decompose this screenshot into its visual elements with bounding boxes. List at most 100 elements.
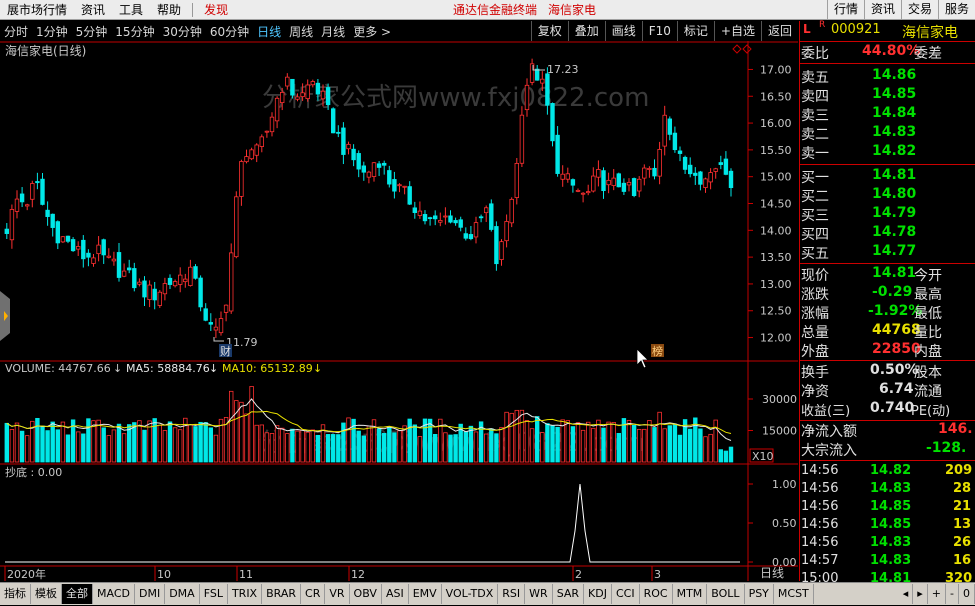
indicator-tab-all[interactable]: 全部 <box>62 584 93 604</box>
period-tab[interactable]: 周线 <box>285 23 317 40</box>
add-watchlist-button[interactable]: +自选 <box>713 21 761 41</box>
indicator-tab[interactable]: BOLL <box>707 584 745 604</box>
f10-button[interactable]: F10 <box>641 21 677 41</box>
period-tab[interactable]: 分时 <box>0 23 32 40</box>
candle-body <box>70 239 76 252</box>
ask-label: 卖二 <box>801 127 829 143</box>
news-tab-button[interactable]: 资讯 <box>863 0 901 19</box>
period-tab-daily[interactable]: 日线 <box>253 23 285 40</box>
candle-body <box>672 132 678 151</box>
candle-body <box>473 222 479 238</box>
indicator-tab[interactable]: MTM <box>673 584 708 604</box>
indicator-tab[interactable]: 模板 <box>31 584 62 604</box>
indicator-tab[interactable]: ASI <box>382 584 409 604</box>
watermark: 分析家公式网www.fxj0822.com <box>262 83 649 113</box>
indicator-tab[interactable]: CR <box>301 584 326 604</box>
volume-bar <box>213 434 219 463</box>
volume-bar <box>601 427 606 463</box>
trade-tab-button[interactable]: 交易 <box>900 0 938 19</box>
candle-body <box>570 179 576 186</box>
volume-bar <box>728 446 734 463</box>
volume-unit-label: X10 <box>752 450 774 463</box>
menu-item-tools[interactable]: 工具 <box>112 1 150 18</box>
indicator-tab[interactable]: RSI <box>498 584 526 604</box>
candle-body <box>728 170 734 189</box>
candle-body <box>407 186 412 205</box>
menu-bar: 展市场行情 资讯 工具 帮助 发现 通达信金融终端 海信家电 行情 资讯 交易 … <box>0 0 975 20</box>
indicator-tab[interactable]: BRAR <box>262 584 302 604</box>
rank-tag[interactable]: 榜 <box>652 344 663 358</box>
indicator-tab[interactable]: OBV <box>350 584 382 604</box>
indicator-tab[interactable]: DMI <box>135 584 166 604</box>
volume-bar <box>718 449 723 463</box>
period-tab[interactable]: 月线 <box>317 23 349 40</box>
candle-body <box>254 144 259 156</box>
period-tab[interactable]: 1分钟 <box>32 23 72 40</box>
indicator-tab[interactable]: MACD <box>93 584 135 604</box>
draw-line-button[interactable]: 画线 <box>604 21 642 41</box>
indicator-tab[interactable]: FSL <box>200 584 228 604</box>
indicator-tab[interactable]: WR <box>525 584 553 604</box>
finance-tag[interactable]: 财 <box>220 344 231 358</box>
service-tab-button[interactable]: 服务 <box>937 0 975 19</box>
tick-row: 14:56 14.83 28 <box>800 481 975 498</box>
bid-label: 买五 <box>801 246 829 262</box>
menu-item-market[interactable]: 展市场行情 <box>0 1 74 18</box>
menu-item-help[interactable]: 帮助 <box>150 1 188 18</box>
candle-body <box>626 181 632 186</box>
tick-price: 14.83 <box>870 481 912 496</box>
menu-item-discover[interactable]: 发现 <box>197 1 235 18</box>
candle-body <box>274 97 280 122</box>
volume-bar <box>366 425 372 463</box>
candle-body <box>591 175 596 192</box>
period-more-button[interactable]: 更多 > <box>349 23 395 40</box>
adjust-button[interactable]: 复权 <box>530 21 568 41</box>
overlay-button[interactable]: 叠加 <box>567 21 605 41</box>
candle-body <box>647 167 652 170</box>
period-tab[interactable]: 60分钟 <box>206 23 253 40</box>
indicator-tab[interactable]: CCI <box>612 584 640 604</box>
indicator-tab[interactable]: ROC <box>640 584 673 604</box>
stat-row: 涨跌 -0.29 最高 <box>800 284 975 303</box>
volume-bar <box>570 426 576 463</box>
back-button[interactable]: 返回 <box>760 21 798 41</box>
indicator-tab[interactable]: VR <box>325 584 350 604</box>
indicator-tab[interactable]: SAR <box>553 584 585 604</box>
indicator-tab[interactable]: KDJ <box>584 584 612 604</box>
indicator-tab[interactable]: TRIX <box>228 584 263 604</box>
indicator-tab[interactable]: EMV <box>409 584 442 604</box>
market-marker: L <box>803 22 811 36</box>
price-tick-label: 15.50 <box>760 144 792 157</box>
flow-value: 146. <box>938 421 973 437</box>
volume-bar <box>432 434 438 463</box>
volume-bar <box>132 422 137 463</box>
mark-button[interactable]: 标记 <box>676 21 714 41</box>
volume-bar <box>642 428 647 463</box>
candle-body <box>157 291 162 306</box>
volume-bar <box>489 428 494 463</box>
candle-body <box>361 165 366 173</box>
volume-bar <box>228 390 234 463</box>
candle-body <box>438 220 443 223</box>
period-tab[interactable]: 5分钟 <box>72 23 112 40</box>
indicator-tab[interactable]: VOL-TDX <box>442 584 499 604</box>
candle-body <box>575 189 581 192</box>
candle-body <box>432 215 438 220</box>
candle-body <box>152 288 157 301</box>
indicator-tab[interactable]: 指标 <box>0 584 31 604</box>
quote-tab-button[interactable]: 行情 <box>826 0 864 19</box>
volume-bar <box>626 419 632 463</box>
bid-price: 14.79 <box>872 205 917 221</box>
volume-bar <box>24 435 30 463</box>
indicator-tab[interactable]: PSY <box>745 584 774 604</box>
period-tab[interactable]: 15分钟 <box>111 23 158 40</box>
menu-item-news[interactable]: 资讯 <box>74 1 112 18</box>
volume-bar <box>550 425 555 463</box>
tick-price: 14.85 <box>870 517 912 532</box>
volume-bar <box>55 429 60 463</box>
period-tab[interactable]: 30分钟 <box>159 23 206 40</box>
candle-body <box>468 234 474 240</box>
indicator-tab[interactable]: DMA <box>165 584 200 604</box>
volume-bar <box>65 434 71 463</box>
kline-chart[interactable]: 海信家电(日线) 分析家公式网www.fxj0822.com 分析家公式网www… <box>0 41 798 581</box>
